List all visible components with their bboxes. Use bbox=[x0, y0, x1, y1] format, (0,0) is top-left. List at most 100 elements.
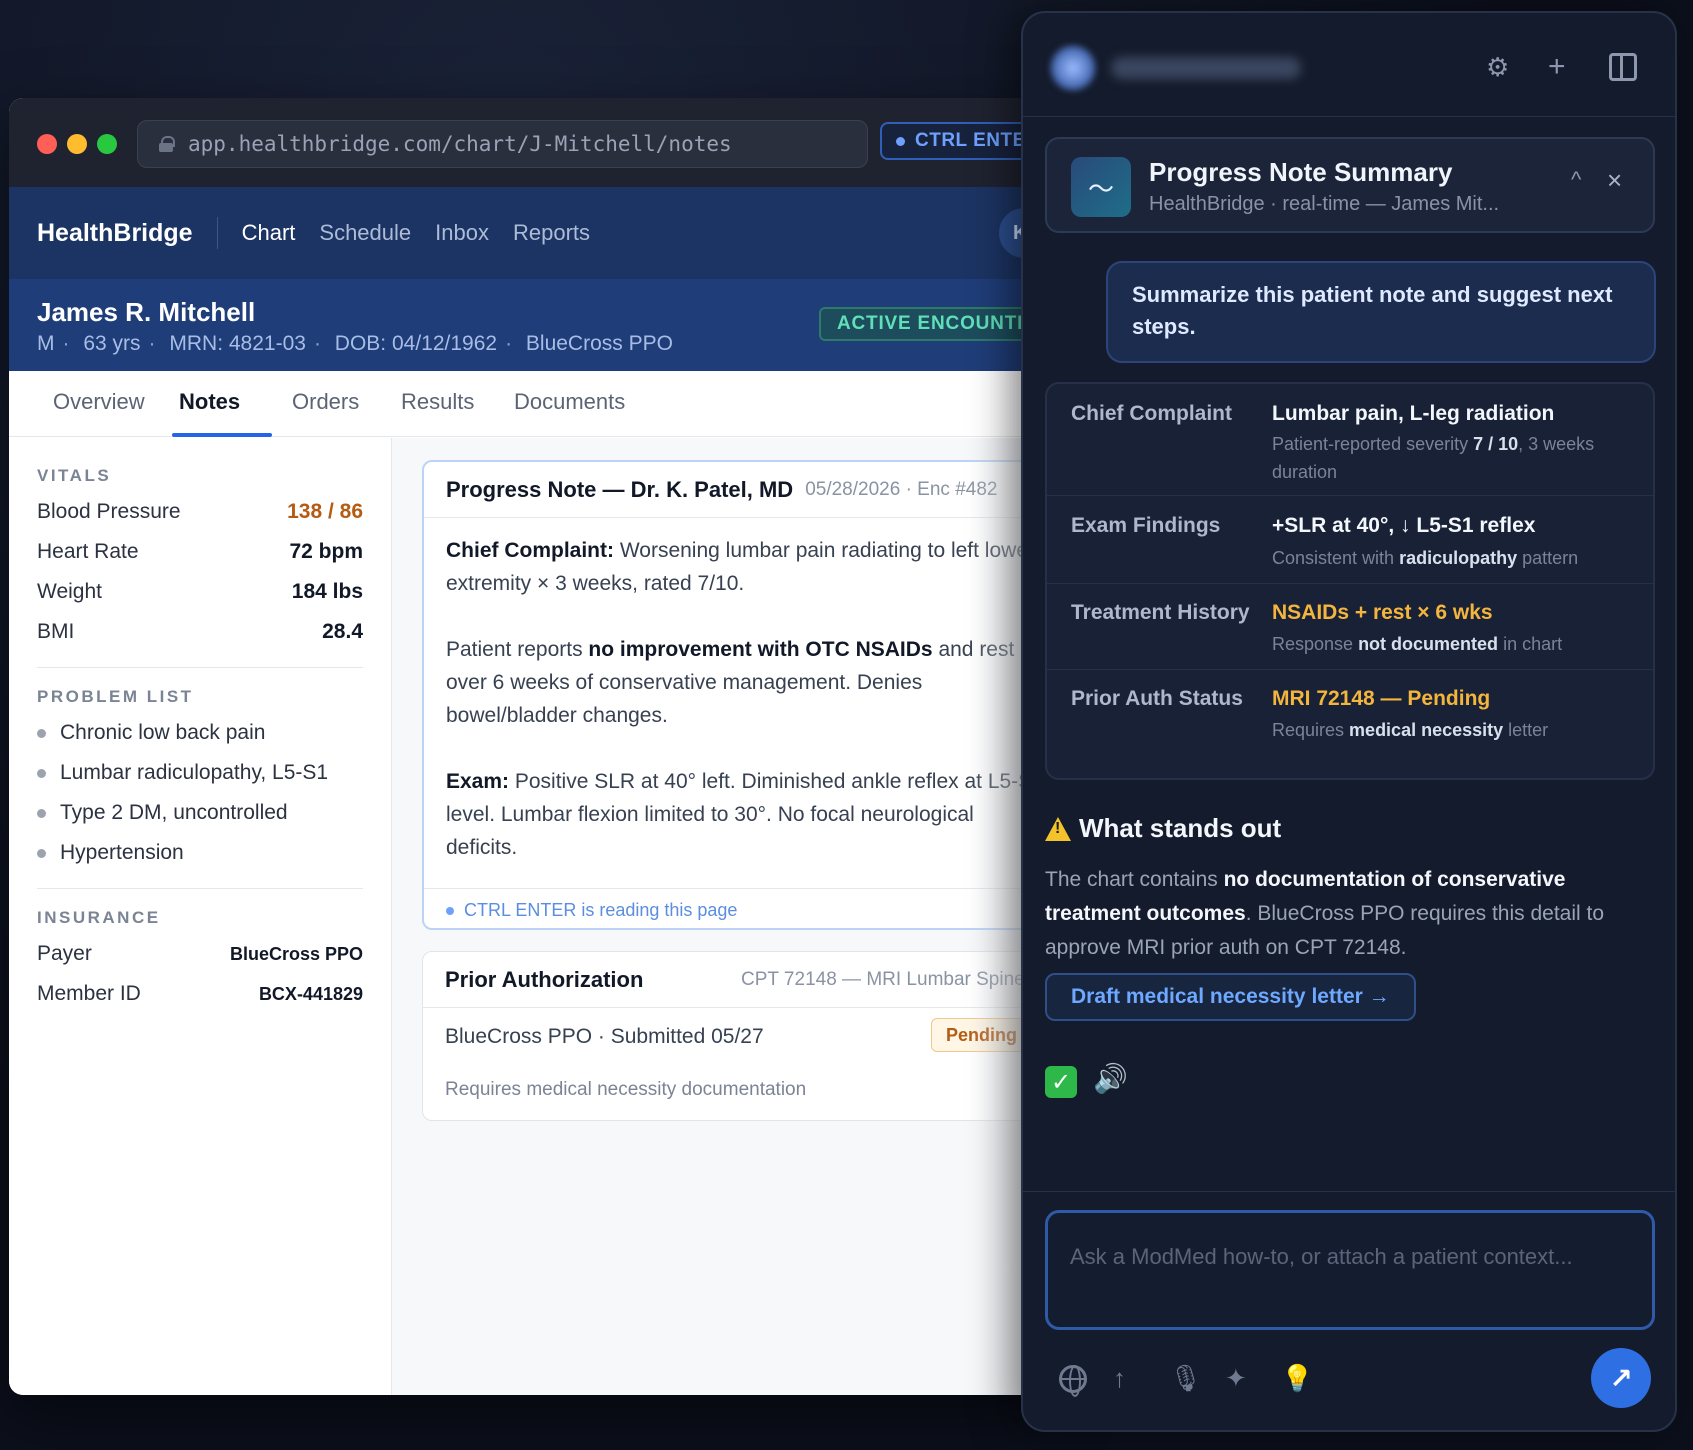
summary-table: Chief Complaint Lumbar pain, L-leg radia… bbox=[1045, 382, 1655, 780]
detail-text: Response bbox=[1272, 634, 1359, 654]
chat-input-box[interactable] bbox=[1045, 1210, 1655, 1330]
maximize-window-button[interactable] bbox=[97, 134, 117, 154]
row-value: Lumbar pain, L-leg radiation bbox=[1272, 402, 1555, 425]
detail-text: Consistent with bbox=[1272, 548, 1400, 568]
tab-results[interactable]: Results bbox=[401, 389, 474, 415]
vital-row: Heart Rate 72 bpm bbox=[37, 540, 363, 564]
close-window-button[interactable] bbox=[37, 134, 57, 154]
assistant-panel: ⚙ + 〜 Progress Note Summary HealthBridge… bbox=[1021, 11, 1677, 1432]
table-row: Treatment History NSAIDs + rest × 6 wks … bbox=[1047, 584, 1653, 670]
active-tab-indicator bbox=[172, 433, 272, 437]
nav-reports[interactable]: Reports bbox=[513, 220, 590, 246]
globe-icon[interactable] bbox=[1059, 1365, 1087, 1397]
patient-sidebar: VITALS Blood Pressure 138 / 86 Heart Rat… bbox=[9, 438, 392, 1395]
problem-item[interactable]: Hypertension bbox=[37, 841, 184, 865]
tab-notes[interactable]: Notes bbox=[179, 389, 240, 415]
status-dot-icon bbox=[446, 906, 454, 915]
url-text: app.healthbridge.com/chart/J-Mitchell/no… bbox=[188, 132, 732, 156]
prior-auth-title: Prior Authorization bbox=[445, 967, 644, 992]
address-bar[interactable]: app.healthbridge.com/chart/J-Mitchell/no… bbox=[137, 120, 868, 168]
row-key: Prior Auth Status bbox=[1071, 687, 1243, 710]
insurance-label: Member ID bbox=[37, 982, 141, 1005]
bullet-icon bbox=[37, 848, 46, 858]
note-header: Progress Note — Dr. K. Patel, MD 05/28/2… bbox=[424, 462, 1049, 518]
chat-input[interactable] bbox=[1070, 1237, 1630, 1277]
row-detail: Consistent with radiculopathy pattern bbox=[1272, 544, 1632, 572]
detail-text: Patient-reported severity bbox=[1272, 434, 1474, 454]
checkmark-icon[interactable]: ✓ bbox=[1045, 1066, 1077, 1098]
arrow-up-icon[interactable]: ↑ bbox=[1113, 1363, 1126, 1394]
user-message: Summarize this patient note and suggest … bbox=[1106, 261, 1656, 363]
app-logo[interactable]: HealthBridge bbox=[37, 217, 218, 249]
nav-inbox[interactable]: Inbox bbox=[435, 220, 489, 246]
problem-item[interactable]: Lumbar radiculopathy, L5-S1 bbox=[37, 761, 328, 785]
patient-header: James R. Mitchell M · 63 yrs · MRN: 4821-0… bbox=[9, 279, 1049, 371]
lightbulb-icon[interactable]: 💡 bbox=[1281, 1363, 1313, 1394]
collapse-icon[interactable]: ^ bbox=[1571, 167, 1581, 193]
divider bbox=[37, 667, 363, 668]
close-icon[interactable]: × bbox=[1607, 165, 1622, 196]
row-key: Chief Complaint bbox=[1071, 402, 1232, 425]
active-encounter-badge: ACTIVE ENCOUNTER bbox=[819, 307, 1049, 341]
insurance-value: BCX-441829 bbox=[258, 983, 363, 1004]
prior-auth-card[interactable]: Prior Authorization CPT 72148 — MRI Lumb… bbox=[422, 951, 1049, 1121]
progress-note-card[interactable]: Progress Note — Dr. K. Patel, MD 05/28/2… bbox=[422, 460, 1049, 930]
browser-window: app.healthbridge.com/chart/J-Mitchell/no… bbox=[9, 98, 1049, 1395]
prior-auth-details: BlueCross PPO · Submitted 05/27 bbox=[445, 1025, 764, 1048]
problem-item[interactable]: Type 2 DM, uncontrolled bbox=[37, 801, 288, 825]
draft-letter-button[interactable]: Draft medical necessity letter → bbox=[1045, 973, 1416, 1021]
row-detail: Response not documented in chart bbox=[1272, 630, 1632, 658]
problem-item[interactable]: Chronic low back pain bbox=[37, 721, 265, 745]
summary-title: Progress Note Summary bbox=[1149, 157, 1453, 187]
status-dot-icon bbox=[896, 136, 905, 146]
note-p2-a: Patient reports bbox=[446, 638, 589, 661]
row-value: +SLR at 40°, ↓ L5-S1 reflex bbox=[1272, 514, 1536, 537]
problem-label: Lumbar radiculopathy, L5-S1 bbox=[60, 761, 329, 784]
divider bbox=[37, 888, 363, 889]
plus-icon[interactable]: + bbox=[1548, 49, 1566, 85]
table-row: Prior Auth Status MRI 72148 — Pending Re… bbox=[1047, 670, 1653, 778]
detail-text: pattern bbox=[1517, 548, 1579, 568]
note-p2-b: no improvement with OTC NSAIDs bbox=[588, 638, 933, 661]
table-row: Exam Findings +SLR at 40°, ↓ L5-S1 refle… bbox=[1047, 496, 1653, 584]
divider bbox=[1023, 1191, 1675, 1192]
nav-chart[interactable]: Chart bbox=[242, 220, 296, 246]
warning-icon bbox=[1045, 816, 1071, 841]
assistant-topbar: ⚙ + bbox=[1023, 13, 1675, 117]
send-button[interactable]: ↗ bbox=[1591, 1348, 1651, 1408]
vital-value: 28.4 bbox=[322, 620, 363, 643]
minimize-window-button[interactable] bbox=[67, 134, 87, 154]
summary-subtitle: HealthBridge · real-time — James Mit... bbox=[1149, 193, 1500, 215]
sidebar-toggle-icon[interactable] bbox=[1609, 53, 1637, 81]
sparkle-icon[interactable]: ✦ bbox=[1225, 1363, 1247, 1394]
patient-sex: M bbox=[37, 332, 55, 355]
note-body: Chief Complaint: Worsening lumbar pain r… bbox=[446, 534, 1046, 897]
vitals-heading: VITALS bbox=[37, 466, 112, 485]
chief-complaint-label: Chief Complaint: bbox=[446, 539, 614, 562]
tab-orders[interactable]: Orders bbox=[292, 389, 359, 415]
patient-meta: M · 63 yrs · MRN: 4821-03 · DOB: 04/12/1962… bbox=[37, 332, 673, 355]
detail-text: in chart bbox=[1498, 634, 1563, 654]
detail-text: letter bbox=[1503, 720, 1549, 740]
speaker-icon[interactable]: 🔊 bbox=[1093, 1062, 1128, 1095]
insurance-row: Member ID BCX-441829 bbox=[37, 982, 363, 1006]
insurance-label: Payer bbox=[37, 942, 92, 965]
nav-schedule[interactable]: Schedule bbox=[319, 220, 411, 246]
row-detail: Patient-reported severity 7 / 10, 3 week… bbox=[1272, 430, 1632, 486]
insurance-value: BlueCross PPO bbox=[229, 943, 363, 964]
gear-icon[interactable]: ⚙ bbox=[1486, 49, 1509, 85]
vital-row: Blood Pressure 138 / 86 bbox=[37, 500, 363, 524]
vital-row: Weight 184 lbs bbox=[37, 580, 363, 604]
what-stands-out-text: The chart contains no documentation of c… bbox=[1045, 863, 1645, 965]
microphone-icon[interactable]: 🎙 bbox=[1169, 1363, 1202, 1394]
tab-overview[interactable]: Overview bbox=[53, 389, 145, 415]
vital-label: Heart Rate bbox=[37, 540, 139, 563]
detail-emphasis: 7 / 10 bbox=[1473, 434, 1519, 454]
insurance-row: Payer BlueCross PPO bbox=[37, 942, 363, 966]
tab-documents[interactable]: Documents bbox=[514, 389, 625, 415]
summary-context-card[interactable]: 〜 Progress Note Summary HealthBridge · r… bbox=[1045, 137, 1655, 233]
patient-age: 63 yrs bbox=[83, 332, 141, 355]
what-stands-out-heading: What stands out bbox=[1045, 813, 1281, 844]
detail-emphasis: medical necessity bbox=[1349, 720, 1504, 740]
exam-label: Exam: bbox=[446, 770, 510, 793]
